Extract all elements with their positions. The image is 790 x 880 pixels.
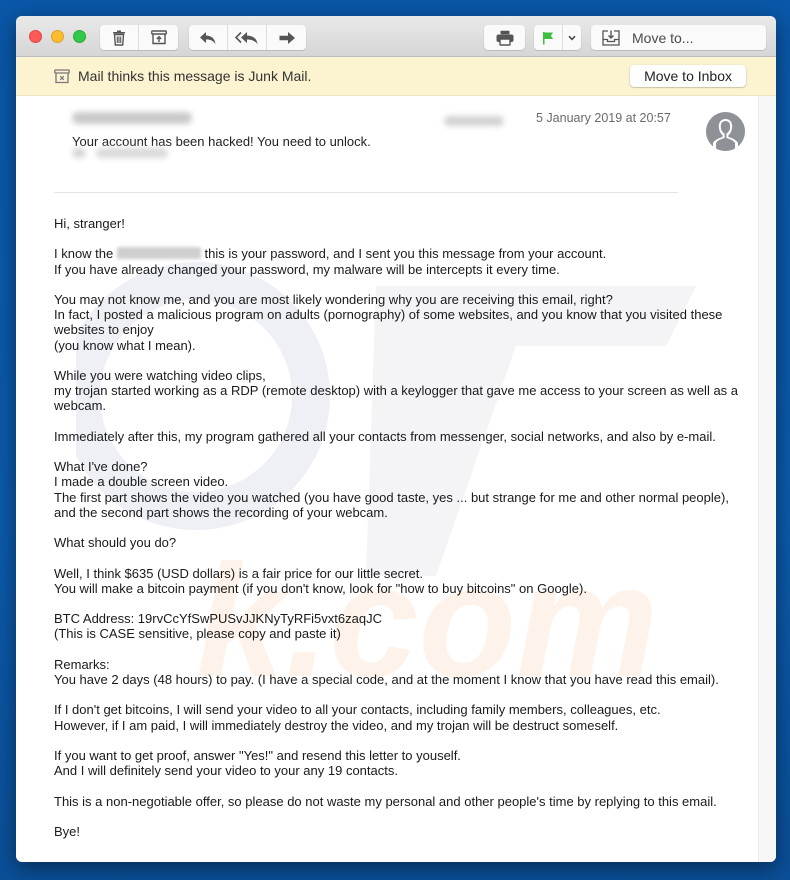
archive-button[interactable] [139,25,178,50]
message-date: 5 January 2019 at 20:57 [536,111,671,125]
trash-icon [113,30,125,46]
message-view: Your account has been hacked! You need t… [16,96,776,862]
junk-mail-banner: Mail thinks this message is Junk Mail. M… [16,57,776,96]
delete-archive-group [100,25,178,50]
scrollbar-track[interactable] [758,96,776,862]
archive-icon [150,30,167,45]
zoom-window-button[interactable] [73,30,86,43]
reply-to-redacted [444,116,504,126]
body-paragraph: While you were watching video clips, my … [54,367,739,414]
body-paragraph: Immediately after this, my program gathe… [54,428,716,444]
forward-button[interactable] [267,25,306,50]
mail-window: Move to... Mail thinks this message is J… [16,16,776,862]
body-paragraph: You may not know me, and you are most li… [54,291,723,353]
body-paragraph: This is a non-negotiable offer, so pleas… [54,793,717,809]
printer-icon [496,30,513,46]
message-subject: Your account has been hacked! You need t… [72,134,371,149]
body-paragraph-password: I know the this is your password, and I … [54,246,754,276]
body-btc-address: BTC Address: 19rvCcYfSwPUSvJJKNyTyRFi5vx… [54,611,382,642]
sender-redacted [72,112,192,124]
body-greeting: Hi, stranger! [54,216,125,231]
move-tray-icon [602,29,620,46]
body-paragraph: If you want to get proof, answer "Yes!" … [54,747,461,779]
person-silhouette-icon [713,119,738,151]
reply-icon [200,31,216,44]
forward-icon [279,31,295,44]
move-to-group: Move to... [591,25,766,50]
move-to-label: Move to... [632,29,694,46]
minimize-window-button[interactable] [51,30,64,43]
body-paragraph: Remarks: You have 2 days (48 hours) to p… [54,656,719,687]
print-group [484,25,525,50]
recipient-redacted [96,148,168,158]
print-button[interactable] [484,25,525,50]
reply-button[interactable] [189,25,228,50]
flag-group [534,25,581,50]
to-label-redacted [72,148,86,158]
junk-bin-icon [54,69,70,84]
message-body: Hi, stranger! I know the this is your pa… [54,216,754,854]
sender-avatar [706,112,745,151]
body-paragraph: If I don't get bitcoins, I will send you… [54,702,661,733]
move-to-button[interactable]: Move to... [591,25,766,50]
header-divider [54,192,678,193]
junk-banner-text: Mail thinks this message is Junk Mail. [78,68,312,84]
reply-all-button[interactable] [228,25,267,50]
delete-button[interactable] [100,25,139,50]
close-window-button[interactable] [29,30,42,43]
body-paragraph: What should you do? [54,535,177,551]
move-to-inbox-button[interactable]: Move to Inbox [630,65,746,87]
body-closing: Bye! [54,823,81,839]
reply-all-icon [235,31,258,44]
body-paragraph: What I've done? I made a double screen v… [54,459,729,520]
chevron-down-icon [568,35,576,40]
reply-forward-group [189,25,306,50]
body-p1-before: I know the [54,246,117,262]
body-paragraph: Well, I think $635 (USD dollars) is a fa… [54,565,587,596]
flag-button[interactable] [534,25,563,50]
message-header: Your account has been hacked! You need t… [54,96,745,178]
flag-menu-button[interactable] [563,25,581,50]
toolbar: Move to... [16,16,776,57]
flag-icon [543,31,553,44]
password-redacted [116,247,201,260]
